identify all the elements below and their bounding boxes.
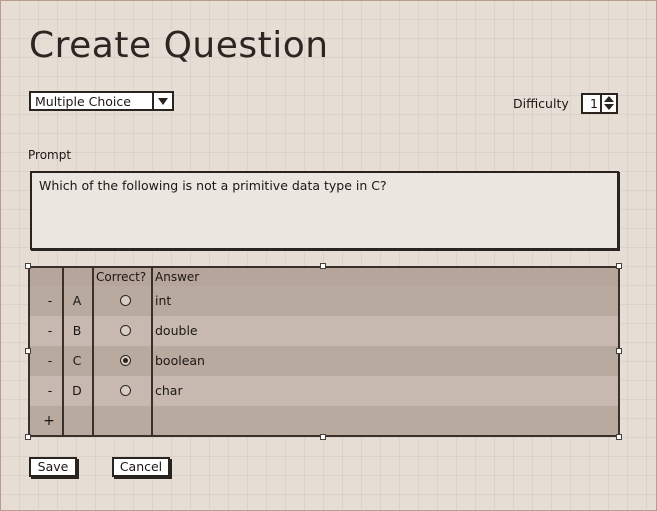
chevron-down-icon[interactable] [152,93,172,109]
header-answer: Answer [155,270,200,284]
table-row: - D char [30,376,618,406]
stepper-up-icon[interactable] [604,96,614,102]
correct-radio[interactable] [120,325,131,336]
table-row-add: + [30,406,618,435]
column-divider [92,268,94,435]
option-letter: B [72,323,82,338]
correct-radio[interactable] [120,385,131,396]
correct-radio[interactable] [120,355,131,366]
header-correct: Correct? [96,270,147,284]
correct-radio[interactable] [120,295,131,306]
table-row: - B double [30,316,618,346]
resize-handle[interactable] [25,263,31,269]
table-header: Correct? Answer [30,268,618,286]
column-divider [62,268,64,435]
remove-row-button[interactable]: - [44,376,56,406]
option-letter: D [72,383,82,398]
remove-row-button[interactable]: - [44,316,56,346]
difficulty-stepper[interactable]: 1 [581,93,618,114]
answer-text[interactable]: boolean [155,346,205,376]
difficulty-label: Difficulty [513,96,569,111]
save-button[interactable]: Save [29,457,77,477]
option-letter: C [72,353,82,368]
resize-handle[interactable] [616,434,622,440]
table-row: - A int [30,286,618,316]
remove-row-button[interactable]: - [44,286,56,316]
column-divider [151,268,153,435]
remove-row-button[interactable]: - [44,346,56,376]
add-row-button[interactable]: + [42,406,56,435]
question-type-value: Multiple Choice [35,94,131,109]
cancel-button[interactable]: Cancel [112,457,170,477]
page-title: Create Question [29,25,329,66]
option-letter: A [72,293,82,308]
resize-handle[interactable] [320,434,326,440]
question-type-select[interactable]: Multiple Choice [29,91,174,111]
resize-handle[interactable] [320,263,326,269]
resize-handle[interactable] [25,434,31,440]
difficulty-value: 1 [590,96,598,111]
resize-handle[interactable] [25,348,31,354]
stepper-buttons [600,95,616,112]
answer-text[interactable]: char [155,376,183,406]
prompt-label: Prompt [28,148,72,162]
resize-handle[interactable] [616,263,622,269]
prompt-textarea[interactable]: Which of the following is not a primitiv… [30,171,619,250]
answer-text[interactable]: double [155,316,198,346]
answer-text[interactable]: int [155,286,171,316]
resize-handle[interactable] [616,348,622,354]
answers-table: Correct? Answer - A int - B double - C b… [28,266,620,437]
stepper-down-icon[interactable] [604,104,614,110]
table-row: - C boolean [30,346,618,376]
